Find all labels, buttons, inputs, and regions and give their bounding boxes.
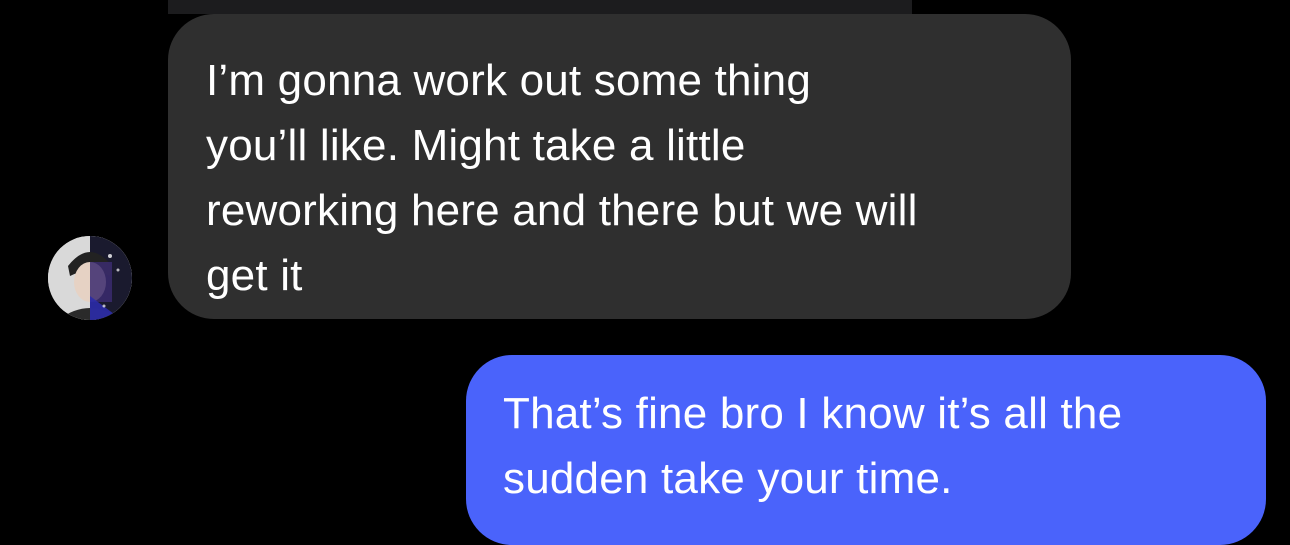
message-text-line: sudden take your time. [503, 454, 953, 503]
sender-avatar[interactable] [48, 236, 132, 320]
message-text-line: reworking here and there but we will [206, 186, 918, 235]
outgoing-message-bubble[interactable]: That’s fine bro I know it’s all the sudd… [466, 355, 1266, 545]
message-text-line: That’s fine bro I know it’s all the [503, 389, 1123, 438]
message-text-line: I’m gonna work out some thing [206, 56, 811, 105]
previous-message-bubble-edge [168, 0, 912, 14]
message-text-line: you’ll like. Might take a little [206, 121, 746, 170]
message-text-line: get it [206, 251, 303, 300]
avatar-icon [48, 236, 132, 320]
incoming-message-bubble[interactable]: I’m gonna work out some thing you’ll lik… [168, 14, 1071, 319]
